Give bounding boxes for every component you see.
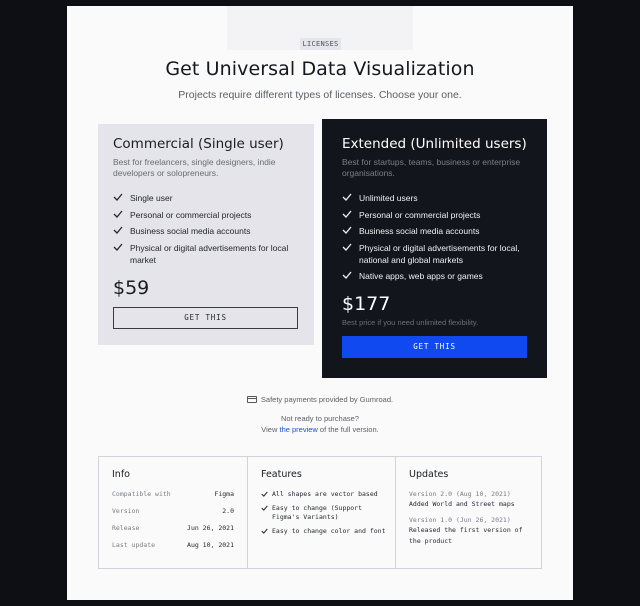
feature-item: Easy to change (Support Figma's Variants… <box>261 504 389 522</box>
updates-heading: Updates <box>409 469 449 480</box>
check-icon <box>113 226 123 234</box>
check-icon <box>342 271 352 279</box>
check-icon <box>261 491 268 497</box>
info-row-compatible: Compatible with Figma <box>112 490 234 498</box>
check-icon <box>342 243 352 251</box>
commercial-feature-list: Single user Personal or commercial proje… <box>113 192 308 270</box>
extended-license-card: Extended (Unlimited users) Best for star… <box>322 119 547 378</box>
check-icon <box>261 505 268 511</box>
info-row-last-update: Last update Aug 10, 2021 <box>112 541 234 549</box>
feature-item: Native apps, web apps or games <box>342 270 542 282</box>
feature-item: Personal or commercial projects <box>113 209 308 221</box>
feature-item: Physical or digital advertisements for l… <box>342 242 542 266</box>
info-row-version: Version 2.0 <box>112 507 234 515</box>
info-row-release: Release Jun 26, 2021 <box>112 524 234 532</box>
feature-item: Physical or digital advertisements for l… <box>113 242 308 266</box>
check-icon <box>342 226 352 234</box>
feature-item: Easy to change color and font <box>261 527 389 536</box>
updates-column: Updates Version 2.0 (Aug 10, 2021) Added… <box>395 457 542 568</box>
credit-card-icon <box>246 396 257 403</box>
check-icon <box>113 193 123 201</box>
product-info-table: Info Compatible with Figma Version 2.0 Rel… <box>98 456 542 569</box>
update-item: Version 2.0 (Aug 10, 2021) Added World a… <box>409 490 537 510</box>
extended-price: $177 <box>342 293 391 315</box>
check-icon <box>342 193 352 201</box>
preview-link[interactable]: the preview <box>279 425 317 434</box>
check-icon <box>113 243 123 251</box>
commercial-get-this-button[interactable]: GET THIS <box>113 307 298 329</box>
preview-line: View the preview of the full version. <box>261 425 379 434</box>
extended-title: Extended (Unlimited users) <box>342 136 527 152</box>
update-text: Added World and Street maps <box>409 500 515 508</box>
update-item: Version 1.0 (Jun 26, 2021) Released the … <box>409 516 537 547</box>
feature-item: Single user <box>113 192 308 204</box>
features-column: Features All shapes are vector based Eas… <box>247 457 395 568</box>
info-heading: Info <box>112 469 130 480</box>
extended-get-this-button[interactable]: GET THIS <box>342 336 527 358</box>
commercial-price: $59 <box>113 277 150 299</box>
commercial-description: Best for freelancers, single designers, … <box>113 157 276 178</box>
features-list: All shapes are vector based Easy to chan… <box>261 490 389 541</box>
feature-item: Business social media accounts <box>342 225 542 237</box>
not-ready-line: Not ready to purchase? <box>281 414 359 423</box>
page-subtitle: Projects require different types of lice… <box>178 89 462 101</box>
feature-item: Personal or commercial projects <box>342 209 542 221</box>
extended-price-note: Best price if you need unlimited flexibi… <box>342 318 479 327</box>
licenses-badge: LICENSES <box>300 38 341 50</box>
feature-item: Unlimited users <box>342 192 542 204</box>
features-heading: Features <box>261 469 302 480</box>
check-icon <box>113 210 123 218</box>
feature-item: All shapes are vector based <box>261 490 389 499</box>
page-title: Get Universal Data Visualization <box>165 58 475 80</box>
extended-description: Best for startups, teams, business or en… <box>342 157 521 178</box>
extended-feature-list: Unlimited users Personal or commercial p… <box>342 192 542 287</box>
safety-payments-note: Safety payments provided by Gumroad. <box>0 395 640 404</box>
update-version: Version 1.0 (Jun 26, 2021) <box>409 516 511 524</box>
check-icon <box>342 210 352 218</box>
feature-item: Business social media accounts <box>113 225 308 237</box>
updates-list: Version 2.0 (Aug 10, 2021) Added World a… <box>409 490 537 553</box>
check-icon <box>261 528 268 534</box>
update-text: Released the first version of the produc… <box>409 526 523 545</box>
commercial-title: Commercial (Single user) <box>113 136 284 152</box>
commercial-license-card: Commercial (Single user) Best for freela… <box>98 124 314 345</box>
not-ready-note: Not ready to purchase? View the preview … <box>0 413 640 435</box>
update-version: Version 2.0 (Aug 10, 2021) <box>409 490 511 498</box>
info-column: Info Compatible with Figma Version 2.0 Rel… <box>99 457 247 568</box>
